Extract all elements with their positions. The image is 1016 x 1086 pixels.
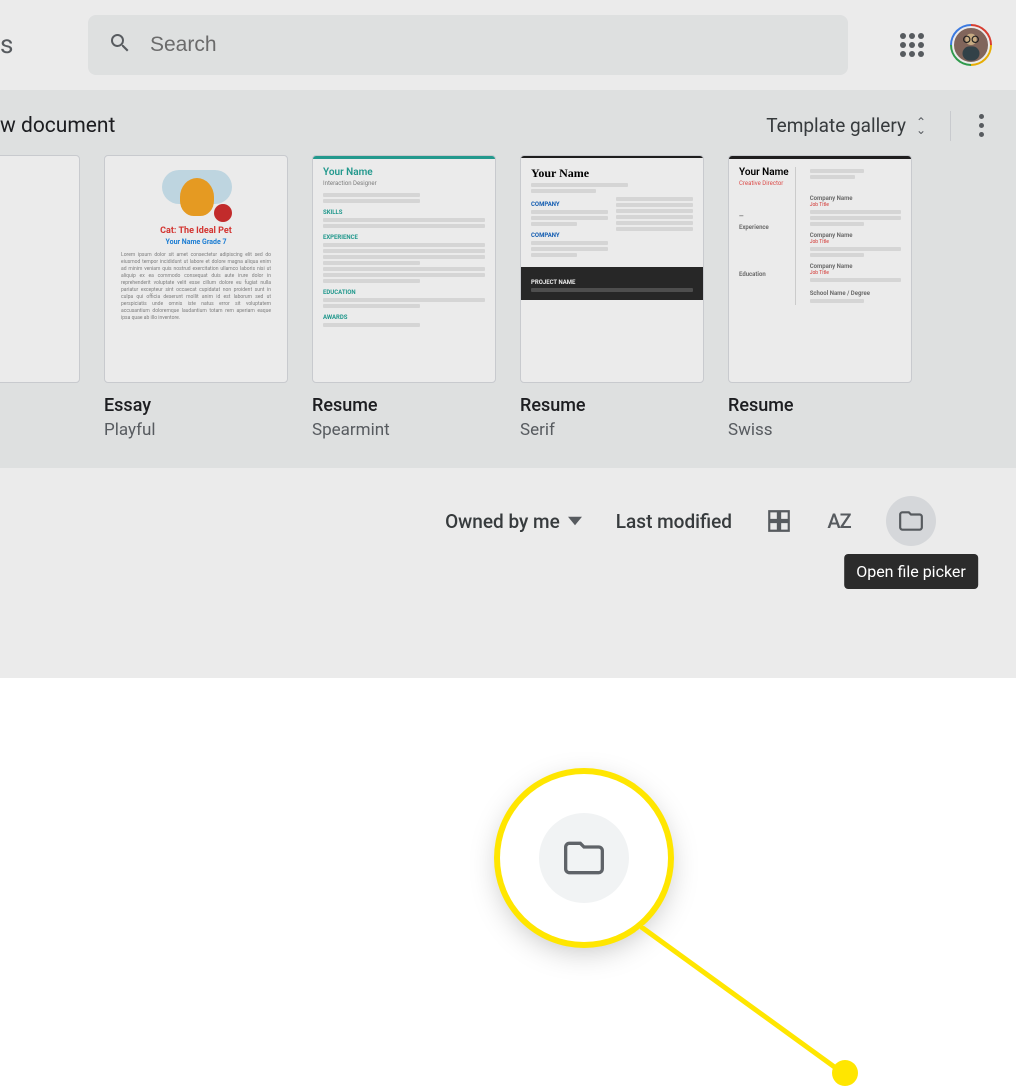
template-title: Essay: [104, 395, 288, 416]
template-card[interactable]: [0, 155, 80, 440]
template-card-essay[interactable]: Cat: The Ideal Pet Your Name Grade 7 Lor…: [104, 155, 288, 440]
template-title: Resume: [312, 395, 496, 416]
template-gallery-button[interactable]: Template gallery ⌃⌄: [766, 114, 926, 137]
apps-launcher-icon[interactable]: [900, 33, 924, 57]
search-bar[interactable]: [88, 15, 848, 75]
resume-name: Your Name: [323, 167, 485, 178]
owner-filter-dropdown[interactable]: Owned by me: [445, 510, 582, 533]
sort-az-icon[interactable]: AZ: [826, 508, 852, 534]
app-header: s: [0, 0, 1016, 90]
template-title: Resume: [728, 395, 912, 416]
template-subtitle: Spearmint: [312, 420, 496, 440]
template-subtitle: Swiss: [728, 420, 912, 440]
app-logo-fragment: s: [0, 25, 20, 65]
essay-title: Cat: The Ideal Pet: [115, 226, 277, 236]
template-thumbnail: Your Name Creative Director — Experience…: [728, 155, 912, 383]
template-gallery-section: w document Template gallery ⌃⌄ Cat: The …: [0, 90, 1016, 468]
template-thumbnail: [0, 155, 80, 383]
folder-icon: [562, 836, 606, 880]
template-thumbnail: Your Name Interaction Designer Skills Ex…: [312, 155, 496, 383]
template-title: Resume: [520, 395, 704, 416]
resume-name: Your Name: [739, 167, 789, 178]
callout-line: [640, 926, 860, 1076]
separator: [950, 111, 951, 141]
resume-role: Interaction Designer: [323, 180, 485, 187]
az-label: AZ: [827, 509, 850, 533]
more-options-icon[interactable]: [975, 110, 988, 141]
owner-filter-label: Owned by me: [445, 510, 560, 533]
template-gallery-label: Template gallery: [766, 114, 906, 137]
sort-dropdown[interactable]: Last modified: [616, 510, 732, 533]
resume-name: Your Name: [531, 166, 693, 181]
callout-magnifier: [500, 774, 668, 942]
tooltip-text: Open file picker: [856, 562, 966, 581]
sort-label: Last modified: [616, 510, 732, 533]
account-avatar[interactable]: [950, 24, 992, 66]
search-icon: [108, 31, 132, 59]
template-thumbnail: Cat: The Ideal Pet Your Name Grade 7 Lor…: [104, 155, 288, 383]
essay-subtitle: Your Name Grade 7: [115, 238, 277, 246]
template-card-resume-serif[interactable]: Your Name Company Company Project: [520, 155, 704, 440]
template-thumbnail: Your Name Company Company Project: [520, 155, 704, 383]
unfold-icon: ⌃⌄: [916, 118, 926, 134]
template-row: Cat: The Ideal Pet Your Name Grade 7 Lor…: [0, 155, 1016, 440]
resume-role: Creative Director: [739, 180, 789, 187]
open-file-picker-button[interactable]: Open file picker: [886, 496, 936, 546]
chevron-down-icon: [568, 514, 582, 528]
template-subtitle: Serif: [520, 420, 704, 440]
tooltip: Open file picker: [844, 554, 978, 589]
template-card-resume-swiss[interactable]: Your Name Creative Director — Experience…: [728, 155, 912, 440]
grid-view-icon[interactable]: [766, 508, 792, 534]
template-subtitle: Playful: [104, 420, 288, 440]
documents-toolbar: Owned by me Last modified AZ Open file p…: [0, 468, 1016, 556]
callout-endpoint: [832, 1060, 858, 1086]
folder-icon: [898, 508, 924, 534]
template-card-resume-spearmint[interactable]: Your Name Interaction Designer Skills Ex…: [312, 155, 496, 440]
search-input[interactable]: [150, 33, 828, 57]
section-title: w document: [0, 114, 115, 138]
